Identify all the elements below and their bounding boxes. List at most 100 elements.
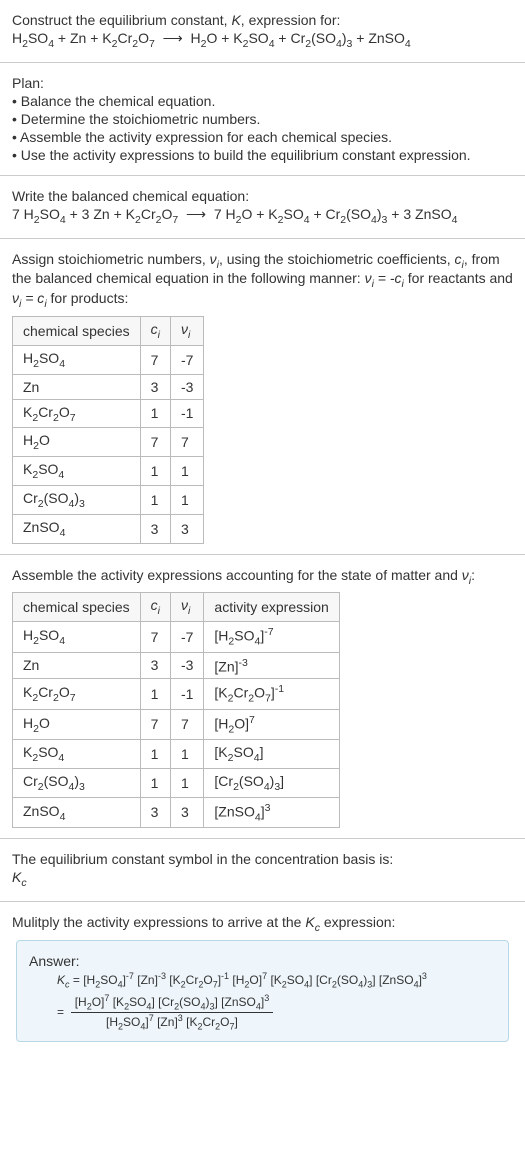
activity-table: chemical species ci νi activity expressi…: [12, 592, 340, 828]
balanced-equation: 7 H2SO4 + 3 Zn + K2Cr2O7 ⟶ 7 H2O + K2SO4…: [12, 206, 513, 226]
cell-activity: [H2O]7: [204, 709, 339, 739]
answer-intro: Mulitply the activity expressions to arr…: [12, 914, 513, 934]
section-activity: Assemble the activity expressions accoun…: [0, 555, 525, 840]
t: Construct the equilibrium constant,: [12, 12, 231, 28]
h-species: chemical species: [13, 593, 141, 622]
table-row: H2O77[H2O]7: [13, 709, 340, 739]
kc-fraction: [H2O]7 [K2SO4] [Cr2(SO4)3] [ZnSO4]3 [H2S…: [71, 993, 274, 1031]
unbalanced-equation: H2SO4 + Zn + K2Cr2O7 ⟶ H2O + K2SO4 + Cr2…: [12, 30, 513, 50]
kc-product-line: Kc = [H2SO4]-7 [Zn]-3 [K2Cr2O7]-1 [H2O]7…: [29, 971, 496, 989]
cell-vi: -3: [170, 652, 203, 679]
table-row: Cr2(SO4)311: [13, 485, 204, 514]
cell-species: K2Cr2O7: [13, 679, 141, 709]
section-kc-symbol: The equilibrium constant symbol in the c…: [0, 839, 525, 902]
cell-activity: [Cr2(SO4)3]: [204, 768, 339, 797]
cell-ci: 1: [140, 679, 170, 709]
stoich-table: chemical species ci νi H2SO47-7 Zn3-3 K2…: [12, 316, 204, 544]
cell-species: Zn: [13, 652, 141, 679]
eq1: νi = -ci: [365, 270, 404, 286]
cell-vi: 1: [170, 740, 203, 769]
cell-species: H2SO4: [13, 345, 141, 374]
stoich-intro: Assign stoichiometric numbers, νi, using…: [12, 251, 513, 310]
cell-species: Zn: [13, 374, 141, 399]
table-row: Cr2(SO4)311[Cr2(SO4)3]: [13, 768, 340, 797]
h-ci: ci: [140, 316, 170, 345]
cell-vi: 1: [170, 485, 203, 514]
cell-vi: 3: [170, 797, 203, 827]
kc-symbol: Kc: [12, 869, 513, 889]
cell-species: H2O: [13, 428, 141, 457]
table-row: K2Cr2O71-1[K2Cr2O7]-1: [13, 679, 340, 709]
cell-ci: 7: [140, 428, 170, 457]
cell-vi: -7: [170, 622, 203, 652]
t: :: [471, 567, 475, 583]
cell-activity: [K2SO4]: [204, 740, 339, 769]
h-vi: νi: [170, 593, 203, 622]
cell-ci: 1: [140, 740, 170, 769]
answer-label: Answer:: [29, 953, 496, 969]
t: expression:: [320, 914, 395, 930]
cell-species: Cr2(SO4)3: [13, 768, 141, 797]
h-species: chemical species: [13, 316, 141, 345]
k-symbol: K: [231, 12, 240, 28]
cell-vi: 7: [170, 709, 203, 739]
cell-activity: [Zn]-3: [204, 652, 339, 679]
cell-ci: 1: [140, 485, 170, 514]
cell-ci: 7: [140, 622, 170, 652]
table-row: Zn3-3: [13, 374, 204, 399]
t: Assign stoichiometric numbers,: [12, 251, 210, 267]
table-header-row: chemical species ci νi: [13, 316, 204, 345]
cell-activity: [H2SO4]-7: [204, 622, 339, 652]
section-plan: Plan: • Balance the chemical equation. •…: [0, 63, 525, 176]
section-construct: Construct the equilibrium constant, K, e…: [0, 0, 525, 63]
plan-title: Plan:: [12, 75, 513, 91]
plan-bullet-3: • Assemble the activity expression for e…: [12, 129, 513, 145]
cell-ci: 7: [140, 709, 170, 739]
cell-species: K2Cr2O7: [13, 399, 141, 428]
kc-numerator: [H2O]7 [K2SO4] [Cr2(SO4)3] [ZnSO4]3: [71, 993, 274, 1012]
t: Assemble the activity expressions accoun…: [12, 567, 462, 583]
table-row: H2SO47-7: [13, 345, 204, 374]
plan-bullet-4: • Use the activity expressions to build …: [12, 147, 513, 163]
cell-vi: -1: [170, 399, 203, 428]
kc-fraction-line: = [H2O]7 [K2SO4] [Cr2(SO4)3] [ZnSO4]3 [H…: [29, 993, 496, 1031]
plan-bullet-1: • Balance the chemical equation.: [12, 93, 513, 109]
cell-species: ZnSO4: [13, 797, 141, 827]
t: , using the stoichiometric coefficients,: [219, 251, 455, 267]
vi: νi: [210, 251, 219, 267]
answer-box: Answer: Kc = [H2SO4]-7 [Zn]-3 [K2Cr2O7]-…: [16, 940, 509, 1042]
balanced-title: Write the balanced chemical equation:: [12, 188, 513, 204]
t: for products:: [47, 290, 129, 306]
cell-ci: 3: [140, 374, 170, 399]
table-row: ZnSO433: [13, 514, 204, 543]
cell-species: K2SO4: [13, 740, 141, 769]
t: for reactants and: [404, 270, 513, 286]
cell-vi: 1: [170, 457, 203, 486]
t: Mulitply the activity expressions to arr…: [12, 914, 305, 930]
activity-intro: Assemble the activity expressions accoun…: [12, 567, 513, 587]
section-balanced: Write the balanced chemical equation: 7 …: [0, 176, 525, 239]
cell-vi: 1: [170, 768, 203, 797]
t: , expression for:: [241, 12, 341, 28]
cell-vi: -3: [170, 374, 203, 399]
kc: Kc: [305, 914, 320, 930]
table-row: H2SO47-7[H2SO4]-7: [13, 622, 340, 652]
table-row: K2SO411: [13, 457, 204, 486]
ci: ci: [455, 251, 464, 267]
cell-ci: 3: [140, 514, 170, 543]
eq2: νi = ci: [12, 290, 47, 306]
table-row: K2Cr2O71-1: [13, 399, 204, 428]
table-row: H2O77: [13, 428, 204, 457]
section-stoich: Assign stoichiometric numbers, νi, using…: [0, 239, 525, 555]
table-row: Zn3-3[Zn]-3: [13, 652, 340, 679]
h-ci: ci: [140, 593, 170, 622]
cell-activity: [ZnSO4]3: [204, 797, 339, 827]
cell-vi: 3: [170, 514, 203, 543]
cell-species: K2SO4: [13, 457, 141, 486]
cell-species: Cr2(SO4)3: [13, 485, 141, 514]
cell-ci: 3: [140, 652, 170, 679]
cell-activity: [K2Cr2O7]-1: [204, 679, 339, 709]
cell-species: H2SO4: [13, 622, 141, 652]
h-vi: νi: [170, 316, 203, 345]
table-row: ZnSO433[ZnSO4]3: [13, 797, 340, 827]
